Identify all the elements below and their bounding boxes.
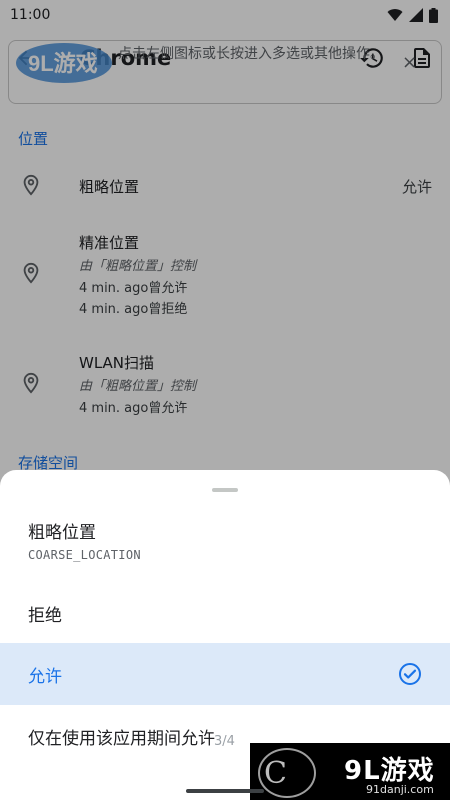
option-label: 仅在使用该应用期间允许 <box>28 728 215 749</box>
sheet-title: 粗略位置 <box>28 523 96 543</box>
watermark-brand: 9L游戏 <box>344 756 435 786</box>
page-indicator: 3/4 <box>214 734 235 749</box>
watermark-letter: C <box>264 756 287 791</box>
option-deny[interactable]: 拒绝 <box>0 582 450 644</box>
option-label: 允许 <box>28 666 62 687</box>
gesture-nav-handle[interactable] <box>186 789 264 793</box>
option-allow[interactable]: 允许 <box>0 643 450 705</box>
sheet-permission-code: COARSE_LOCATION <box>28 548 141 562</box>
option-label: 拒绝 <box>28 605 62 626</box>
drag-handle[interactable] <box>212 488 238 492</box>
check-circle-icon <box>399 663 421 685</box>
watermark-domain: 91danji.com <box>366 783 434 796</box>
